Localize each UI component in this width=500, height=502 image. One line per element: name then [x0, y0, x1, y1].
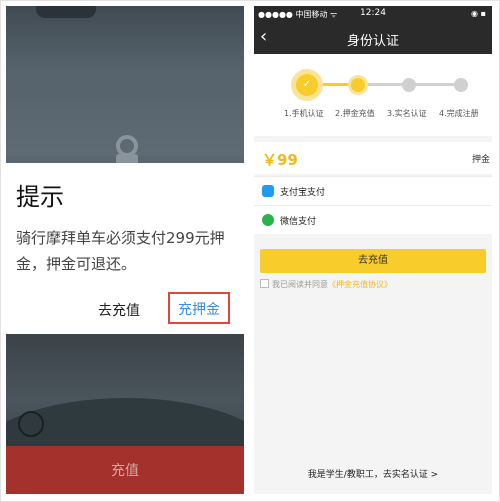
agreement-link[interactable]: 《押金充值协议》 — [328, 280, 392, 289]
dialog-title: 提示 — [16, 183, 64, 211]
student-verification-link[interactable]: 我是学生/教职工，去实名认证 > — [254, 467, 492, 480]
nav-bar: ‹ 身份认证 — [254, 22, 492, 54]
deposit-amount: ￥99 — [262, 151, 298, 169]
right-phone-screen: ●●●●● 中国移动 ᯤ 12:24 ◉ ▪ ‹ 身份认证 ✓ 1.手机认证 2… — [254, 6, 492, 494]
status-bar: ●●●●● 中国移动 ᯤ 12:24 ◉ ▪ — [254, 6, 492, 22]
recharge-bar[interactable]: 充值 — [6, 446, 244, 494]
deposit-amount-row: ￥99 押金 — [254, 142, 492, 174]
agreement-prefix: 我已阅读并同意 — [272, 280, 328, 289]
wechat-icon — [262, 214, 274, 226]
step-label: 4.完成注册 — [439, 109, 479, 118]
clock: 12:24 — [360, 8, 386, 18]
payment-method-label: 支付宝支付 — [280, 188, 326, 198]
agreement-row: 我已阅读并同意《押金充值协议》 — [260, 279, 392, 290]
recharge-button[interactable]: 去充值 — [260, 249, 486, 273]
recharge-bar-label: 充值 — [111, 463, 139, 479]
step-label: 1.手机认证 — [284, 109, 324, 118]
payment-method-label: 微信支付 — [280, 217, 317, 227]
step-4-dot — [454, 78, 468, 92]
alipay-icon — [262, 185, 274, 197]
step-2-dot — [351, 78, 365, 92]
deposit-alert-dialog: 提示 骑行摩拜单车必须支付299元押金，押金可退还。 去充值 充押金 — [6, 163, 244, 335]
alipay-option[interactable]: 支付宝支付 — [254, 176, 492, 205]
step-label: 3.实名认证 — [387, 109, 427, 118]
step-3-dot — [402, 78, 416, 92]
step-label: 2.押金充值 — [335, 109, 375, 118]
map-background — [6, 6, 244, 172]
pay-deposit-button[interactable]: 充押金 — [168, 292, 230, 324]
page-title: 身份认证 — [346, 34, 399, 49]
deposit-label: 押金 — [471, 155, 490, 165]
battery-icon: ◉ ▪ — [471, 9, 486, 18]
wechat-pay-option[interactable]: 微信支付 — [254, 205, 492, 234]
check-icon: ✓ — [296, 74, 318, 96]
agreement-checkbox[interactable] — [260, 279, 269, 288]
dialog-message: 骑行摩拜单车必须支付299元押金，押金可退还。 — [16, 229, 225, 273]
status-pill — [36, 6, 96, 18]
progress-stepper: ✓ 1.手机认证 2.押金充值 3.实名认证 4.完成注册 — [254, 54, 492, 136]
locate-icon[interactable] — [18, 411, 44, 437]
left-phone-screen: 提示 骑行摩拜单车必须支付299元押金，押金可退还。 去充值 充押金 充值 — [6, 6, 244, 494]
go-recharge-button[interactable]: 去充值 — [98, 300, 140, 320]
